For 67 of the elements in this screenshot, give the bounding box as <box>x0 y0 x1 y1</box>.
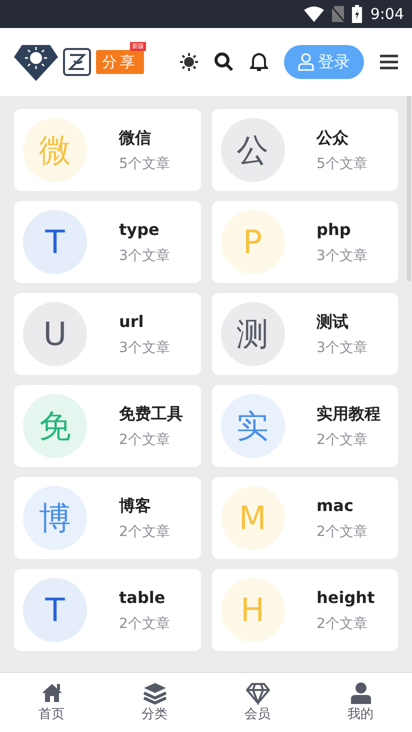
letter-avatar: U <box>23 302 87 366</box>
article-count: 3个文章 <box>119 338 170 358</box>
diamond-icon <box>246 680 270 705</box>
article-count: 5个文章 <box>119 154 170 174</box>
category-name: 实用教程 <box>316 402 380 424</box>
nav-tab[interactable]: 分类 <box>136 680 174 726</box>
category-card[interactable]: T type 3个文章 <box>14 201 200 283</box>
letter-avatar: 测 <box>220 302 284 366</box>
category-card[interactable]: H height 2个文章 <box>212 569 398 651</box>
nav-tab[interactable]: 会员 <box>238 680 276 726</box>
letter-avatar: M <box>220 486 284 550</box>
category-name: 微信 <box>119 126 152 148</box>
wifi-icon <box>304 6 324 22</box>
category-card[interactable]: 免 免费工具 2个文章 <box>14 385 200 467</box>
bell-icon[interactable] <box>250 52 268 72</box>
category-card[interactable]: P php 3个文章 <box>212 201 398 283</box>
article-count: 5个文章 <box>316 154 368 174</box>
status-time: 9:04 <box>370 4 404 25</box>
letter-avatar: T <box>23 210 87 274</box>
no-sim-icon <box>332 6 344 22</box>
category-name: 测试 <box>316 310 350 332</box>
category-name: php <box>316 218 352 240</box>
logo-icon <box>14 43 58 81</box>
category-card[interactable]: T table 2个文章 <box>14 569 200 651</box>
letter-avatar: T <box>23 578 87 642</box>
article-count: 2个文章 <box>316 430 368 450</box>
logo-drawing <box>62 47 92 77</box>
category-name: type <box>119 218 160 240</box>
menu-icon[interactable] <box>380 54 398 70</box>
category-name: 免费工具 <box>119 402 183 424</box>
article-count: 2个文章 <box>119 430 171 450</box>
letter-avatar: H <box>220 578 284 642</box>
category-name: url <box>119 310 145 332</box>
category-card[interactable]: 微 微信 5个文章 <box>14 109 200 191</box>
category-name: height <box>316 586 375 608</box>
category-name: 博客 <box>119 494 152 516</box>
letter-avatar: 公 <box>220 118 284 182</box>
category-card[interactable]: U url 3个文章 <box>14 293 200 375</box>
category-card[interactable]: 公 公众 5个文章 <box>212 109 398 191</box>
article-count: 2个文章 <box>316 614 368 634</box>
letter-avatar: 博 <box>23 486 87 550</box>
article-count: 3个文章 <box>119 246 170 266</box>
article-count: 3个文章 <box>316 338 368 358</box>
letter-avatar: 实 <box>220 394 284 458</box>
article-count: 2个文章 <box>316 522 368 542</box>
category-card[interactable]: 博 博客 2个文章 <box>14 477 200 559</box>
nav-tab[interactable]: 我的 <box>342 680 380 726</box>
category-name: table <box>119 586 166 608</box>
letter-avatar: 免 <box>23 394 87 458</box>
article-count: 2个文章 <box>119 522 170 542</box>
letter-avatar: 微 <box>23 118 87 182</box>
nav-tab[interactable]: 首页 <box>32 680 70 726</box>
logo-text: 分享 <box>96 50 144 74</box>
battery-icon <box>352 5 362 23</box>
layers-icon <box>142 680 166 705</box>
category-card[interactable]: 实 实用教程 2个文章 <box>212 385 398 467</box>
article-count: 2个文章 <box>119 614 170 634</box>
user-icon <box>348 680 372 705</box>
theme-icon[interactable] <box>180 53 198 71</box>
category-card[interactable]: 测 测试 3个文章 <box>212 293 398 375</box>
category-name: 公众 <box>316 126 350 148</box>
user-icon <box>298 53 314 71</box>
category-card[interactable]: M mac 2个文章 <box>212 477 398 559</box>
letter-avatar: P <box>220 210 284 274</box>
search-icon[interactable] <box>214 52 234 72</box>
article-count: 3个文章 <box>316 246 368 266</box>
category-name: mac <box>316 494 354 516</box>
